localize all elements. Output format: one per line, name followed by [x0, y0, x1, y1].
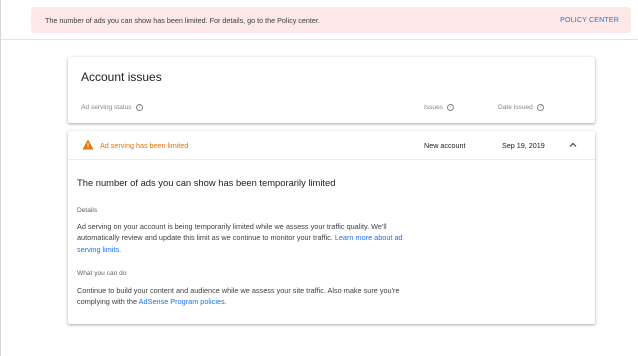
- issue-detail-title: The number of ads you can show has been …: [77, 177, 336, 188]
- action-text: Continue to build your content and audie…: [77, 285, 407, 308]
- date-issued: Sep 19, 2019: [502, 141, 545, 150]
- page-frame: The number of ads you can show has been …: [0, 0, 638, 356]
- adsense-policies-link[interactable]: AdSense Program policies: [139, 297, 225, 306]
- column-label: Ad serving status: [81, 104, 132, 111]
- ad-serving-status: Ad serving has been limited: [100, 141, 189, 150]
- what-you-can-do-label: What you can do: [77, 270, 127, 277]
- help-circle-icon[interactable]: ?: [536, 104, 544, 111]
- action-end: .: [224, 297, 227, 307]
- details-label: Details: [77, 207, 98, 214]
- chevron-up-icon[interactable]: [568, 140, 578, 150]
- account-issues-card: Account issues: [68, 57, 595, 123]
- banner-message: The number of ads you can show has been …: [45, 15, 320, 25]
- page-title: Account issues: [81, 70, 162, 84]
- column-label: Issues: [424, 104, 444, 111]
- warning-triangle-icon: [82, 139, 94, 150]
- column-date-issued: Date issued ?: [498, 104, 544, 111]
- top-bar: The number of ads you can show has been …: [1, 0, 638, 40]
- issue-card: Ad serving has been limited New account …: [68, 131, 595, 324]
- help-circle-icon[interactable]: ?: [447, 104, 455, 111]
- column-label: Date issued: [498, 104, 533, 111]
- issue-row[interactable]: Ad serving has been limited New account …: [68, 131, 595, 160]
- help-circle-icon[interactable]: ?: [135, 104, 143, 111]
- policy-banner: The number of ads you can show has been …: [31, 7, 631, 33]
- action-body: Continue to build your content and audie…: [77, 286, 400, 307]
- policy-center-link[interactable]: POLICY CENTER: [560, 17, 619, 24]
- column-issues: Issues ?: [424, 104, 455, 111]
- details-text: Ad serving on your account is being temp…: [77, 221, 407, 255]
- issue-type: New account: [424, 141, 466, 150]
- column-ad-serving-status: Ad serving status ?: [81, 104, 143, 111]
